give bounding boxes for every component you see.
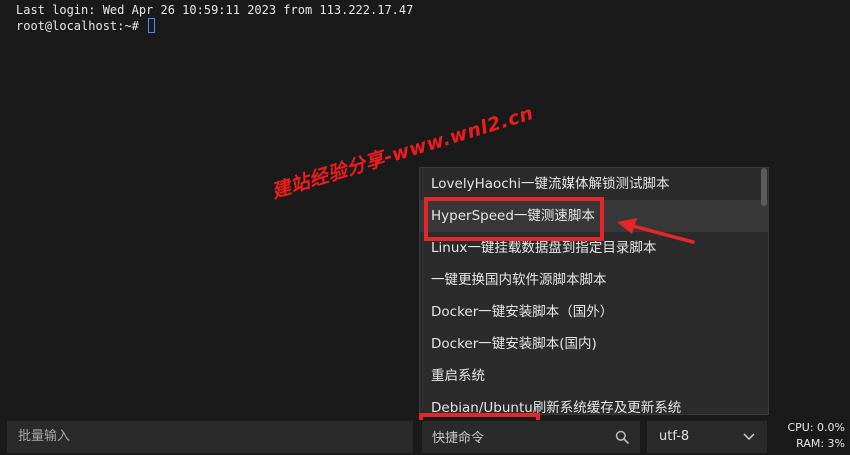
dropdown-item[interactable]: 一键更换国内软件源脚本脚本 (420, 264, 768, 296)
quick-command-dropdown: LovelyHaochi一键流媒体解锁测试脚本 HyperSpeed一键测速脚本… (419, 167, 769, 415)
system-stats: CPU: 0.0% RAM: 3% (775, 420, 845, 452)
batch-input[interactable]: 批量输入 (7, 421, 413, 453)
dropdown-item[interactable]: Docker一键安装脚本(国内) (420, 328, 768, 360)
bottom-toolbar: 批量输入 utf-8 CPU: 0.0% RAM: 3% (0, 420, 850, 455)
cpu-usage: CPU: 0.0% (787, 421, 845, 434)
dropdown-item[interactable]: Debian/Ubuntu刷新系统缓存及更新系统 (420, 392, 768, 414)
ram-usage: RAM: 3% (796, 437, 845, 450)
prompt-line: root@localhost:~# (16, 18, 850, 34)
terminal-cursor (148, 18, 156, 33)
quick-command-input[interactable] (422, 421, 614, 455)
last-login-line: Last login: Wed Apr 26 10:59:11 2023 fro… (16, 3, 414, 17)
encoding-select[interactable]: utf-8 (647, 421, 767, 453)
quick-command-box[interactable] (422, 421, 640, 455)
search-icon[interactable] (615, 430, 629, 444)
encoding-value: utf-8 (659, 429, 690, 444)
annotation-arrow-icon (617, 218, 695, 244)
dropdown-item[interactable]: Linux一键挂载数据盘到指定目录脚本 (420, 232, 768, 264)
chevron-down-icon (743, 433, 755, 441)
dropdown-item[interactable]: 重启系统 (420, 360, 768, 392)
prompt-text: root@localhost:~# (16, 19, 147, 33)
dropdown-item[interactable]: LovelyHaochi一键流媒体解锁测试脚本 (420, 168, 768, 200)
dropdown-item[interactable]: HyperSpeed一键测速脚本 (420, 200, 768, 232)
dropdown-item[interactable]: Docker一键安装脚本（国外） (420, 296, 768, 328)
dropdown-scrollbar[interactable] (761, 168, 767, 206)
